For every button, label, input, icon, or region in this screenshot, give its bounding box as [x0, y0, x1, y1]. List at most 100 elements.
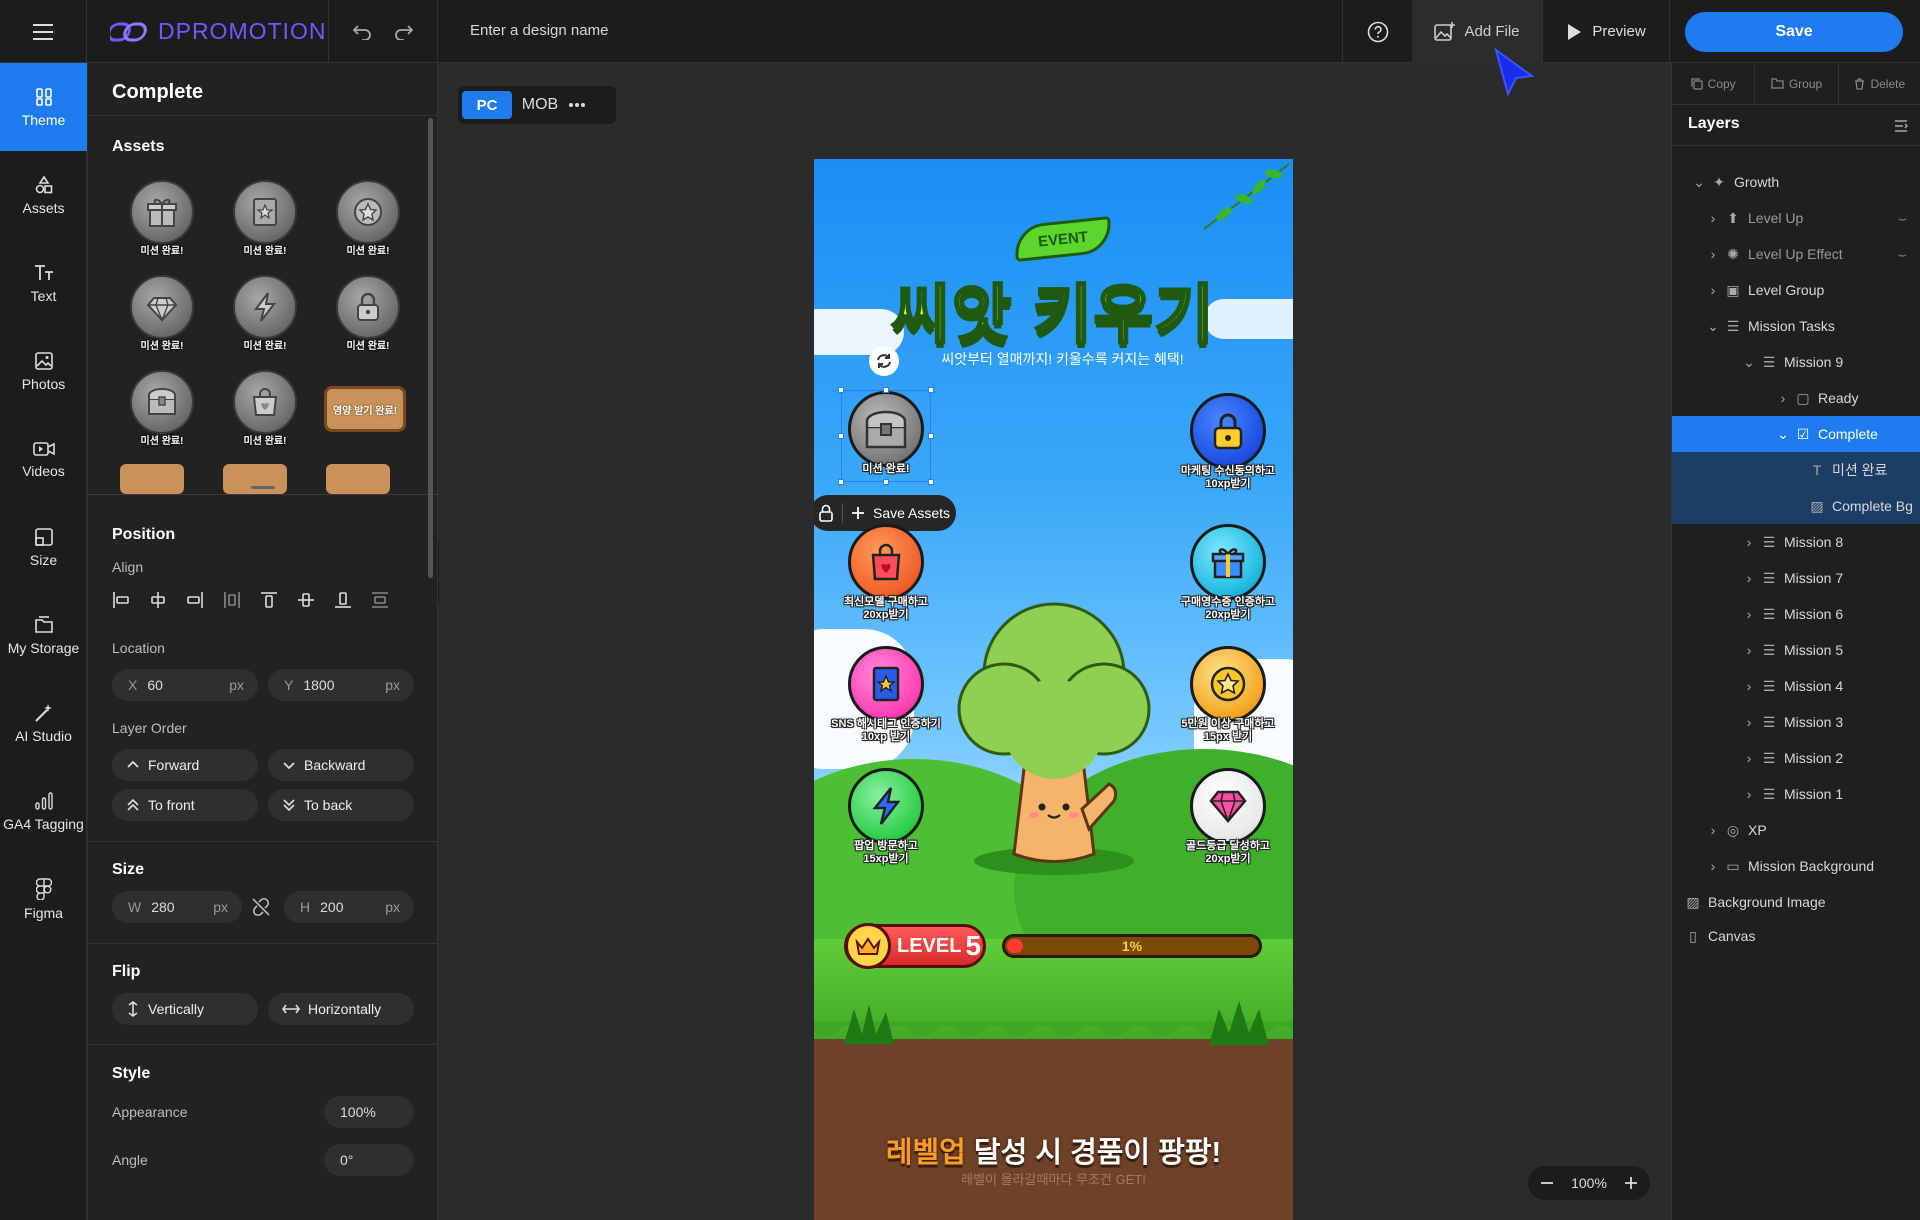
asset-lock[interactable]: 미션 완료! — [326, 273, 406, 353]
hamburger-menu-button[interactable] — [0, 0, 87, 63]
layer-mission-9[interactable]: ⌄ ☰ Mission 9 — [1672, 344, 1920, 380]
align-right-icon[interactable] — [186, 591, 204, 609]
layer-mission-background[interactable]: › ▭ Mission Background — [1672, 848, 1920, 884]
to-front-button[interactable]: To front — [112, 789, 258, 821]
layer-mission-3[interactable]: › ☰ Mission 3 — [1672, 704, 1920, 740]
layer-background-image[interactable]: ▨ Background Image — [1672, 884, 1920, 920]
asset-lightning[interactable]: 미션 완료! — [223, 273, 303, 353]
nav-item-my-storage[interactable]: My Storage — [0, 591, 87, 679]
distribute-v-icon[interactable] — [371, 591, 389, 609]
resize-handle-ne[interactable] — [928, 387, 934, 393]
selection-box[interactable] — [838, 387, 934, 485]
angle-input[interactable]: 0° — [324, 1144, 414, 1176]
align-center-v-icon[interactable] — [297, 591, 315, 609]
layer-level-up[interactable]: › ⬆ Level Up ⌣ — [1672, 200, 1920, 236]
event-title[interactable]: 씨앗 키우기 — [814, 264, 1293, 356]
resize-handle-sw[interactable] — [838, 479, 844, 485]
nav-item-text[interactable]: Text — [0, 239, 87, 327]
asset-star-coin[interactable]: 미션 완료! — [326, 178, 406, 258]
device-pc-tab[interactable]: PC — [462, 91, 512, 119]
layer-mission-4[interactable]: › ☰ Mission 4 — [1672, 668, 1920, 704]
asset-book[interactable]: 미션 완료! — [223, 178, 303, 258]
layer-complete[interactable]: ⌄ ☑ Complete — [1672, 416, 1920, 452]
layer-ready[interactable]: › ▢ Ready — [1672, 380, 1920, 416]
zoom-in-icon[interactable] — [1624, 1176, 1638, 1190]
layer-options-icon[interactable] — [1894, 119, 1908, 133]
asset-gift[interactable]: 미션 완료! — [120, 178, 200, 258]
mission-receipt[interactable]: 구매영수증 인증하고 20xp받기 — [1173, 524, 1283, 634]
layer-mission-2[interactable]: › ☰ Mission 2 — [1672, 740, 1920, 776]
y-position-input[interactable]: Y 1800 px — [268, 669, 414, 701]
design-artboard[interactable]: EVENT 씨앗 키우기 씨앗부터 열매까지! 키울수록 커지는 혜택! 미션 … — [814, 159, 1293, 1220]
asset-partial[interactable] — [120, 464, 184, 494]
layer-growth[interactable]: ⌄ ✦ Growth — [1672, 164, 1920, 200]
redo-icon[interactable] — [394, 24, 414, 40]
design-name-input[interactable]: Enter a design name — [470, 22, 608, 39]
layer-level-group[interactable]: › ▣ Level Group — [1672, 272, 1920, 308]
rotate-handle[interactable] — [869, 346, 899, 376]
undo-icon[interactable] — [352, 24, 372, 40]
asset-partial[interactable] — [223, 464, 287, 494]
layer-mission-5[interactable]: › ☰ Mission 5 — [1672, 632, 1920, 668]
layer-mission-1[interactable]: › ☰ Mission 1 — [1672, 776, 1920, 812]
resize-handle-nw[interactable] — [838, 387, 844, 393]
resize-handle-se[interactable] — [928, 479, 934, 485]
resize-handle[interactable] — [251, 486, 275, 489]
align-left-icon[interactable] — [112, 591, 130, 609]
aspect-lock-toggle[interactable] — [250, 896, 272, 918]
more-icon[interactable] — [568, 102, 586, 108]
mission-marketing[interactable]: 마케팅 수신동의하고 10xp받기 — [1173, 393, 1283, 503]
zoom-out-icon[interactable] — [1540, 1176, 1554, 1190]
x-position-input[interactable]: X 60 px — [112, 669, 258, 701]
backward-button[interactable]: Backward — [268, 749, 414, 781]
help-button[interactable] — [1342, 0, 1412, 63]
nav-item-ga4-tagging[interactable]: GA4 Tagging — [0, 767, 87, 855]
flip-vertical-button[interactable]: Vertically — [112, 993, 258, 1025]
event-tag[interactable]: EVENT — [1012, 215, 1114, 263]
layer-level-up-effect[interactable]: › ✺ Level Up Effect ⌣ — [1672, 236, 1920, 272]
delete-button[interactable]: Delete — [1839, 63, 1920, 104]
asset-complete-button[interactable]: 영양 받기 완료! — [324, 378, 406, 458]
bottom-subline[interactable]: 레벨이 올라갈때마다 무조건 GET! — [814, 1169, 1293, 1188]
asset-gem[interactable]: 미션 완료! — [120, 273, 200, 353]
layer-complete-bg[interactable]: ▨ Complete Bg — [1672, 488, 1920, 524]
preview-button[interactable]: Preview — [1542, 0, 1670, 63]
layer-mission-complete-text[interactable]: T 미션 완료 — [1672, 452, 1920, 488]
nav-item-size[interactable]: Size — [0, 503, 87, 591]
nav-item-assets[interactable]: Assets — [0, 151, 87, 239]
nav-item-videos[interactable]: Videos — [0, 415, 87, 503]
distribute-h-icon[interactable] — [223, 591, 241, 609]
appearance-input[interactable]: 100% — [324, 1096, 414, 1128]
align-top-icon[interactable] — [260, 591, 278, 609]
mission-sns[interactable]: SNS 해시태그 인증하기 10xp 받기 — [831, 646, 941, 756]
asset-bag[interactable]: 미션 완료! — [223, 368, 303, 448]
resize-handle-n[interactable] — [883, 387, 889, 393]
nav-item-figma[interactable]: Figma — [0, 855, 87, 943]
nav-item-ai-studio[interactable]: AI Studio — [0, 679, 87, 767]
mission-purchase[interactable]: 5만원 이상 구매하고 15px 받기 — [1173, 646, 1283, 756]
height-input[interactable]: H 200 px — [284, 891, 414, 923]
resize-handle-e[interactable] — [928, 433, 934, 439]
asset-chest[interactable]: 미션 완료! — [120, 368, 200, 448]
width-input[interactable]: W 280 px — [112, 891, 242, 923]
layer-mission-6[interactable]: › ☰ Mission 6 — [1672, 596, 1920, 632]
xp-progress-bar[interactable]: 1% — [1002, 934, 1262, 958]
to-back-button[interactable]: To back — [268, 789, 414, 821]
mission-popup[interactable]: 팝업 방문하고 15xp받기 — [831, 768, 941, 878]
nav-item-theme[interactable]: Theme — [0, 63, 87, 151]
mission-new-model[interactable]: 최신모델 구매하고 20xp받기 — [831, 524, 941, 634]
mission-gold[interactable]: 골드등급 달성하고 20xp받기 — [1173, 768, 1283, 878]
resize-handle-w[interactable] — [838, 433, 844, 439]
layer-mission-tasks[interactable]: ⌄ ☰ Mission Tasks — [1672, 308, 1920, 344]
layer-xp[interactable]: › ◎ XP — [1672, 812, 1920, 848]
align-bottom-icon[interactable] — [334, 591, 352, 609]
layer-mission-7[interactable]: › ☰ Mission 7 — [1672, 560, 1920, 596]
level-badge[interactable]: LEVEL 5 — [844, 923, 986, 969]
bottom-headline[interactable]: 레벨업 달성 시 경품이 팡팡! — [814, 1129, 1293, 1171]
copy-button[interactable]: Copy — [1672, 63, 1756, 104]
forward-button[interactable]: Forward — [112, 749, 258, 781]
align-center-h-icon[interactable] — [149, 591, 167, 609]
brand-logo[interactable]: DPROMOTION — [110, 18, 326, 45]
panel-scrollbar[interactable] — [428, 118, 433, 578]
resize-handle-s[interactable] — [883, 479, 889, 485]
